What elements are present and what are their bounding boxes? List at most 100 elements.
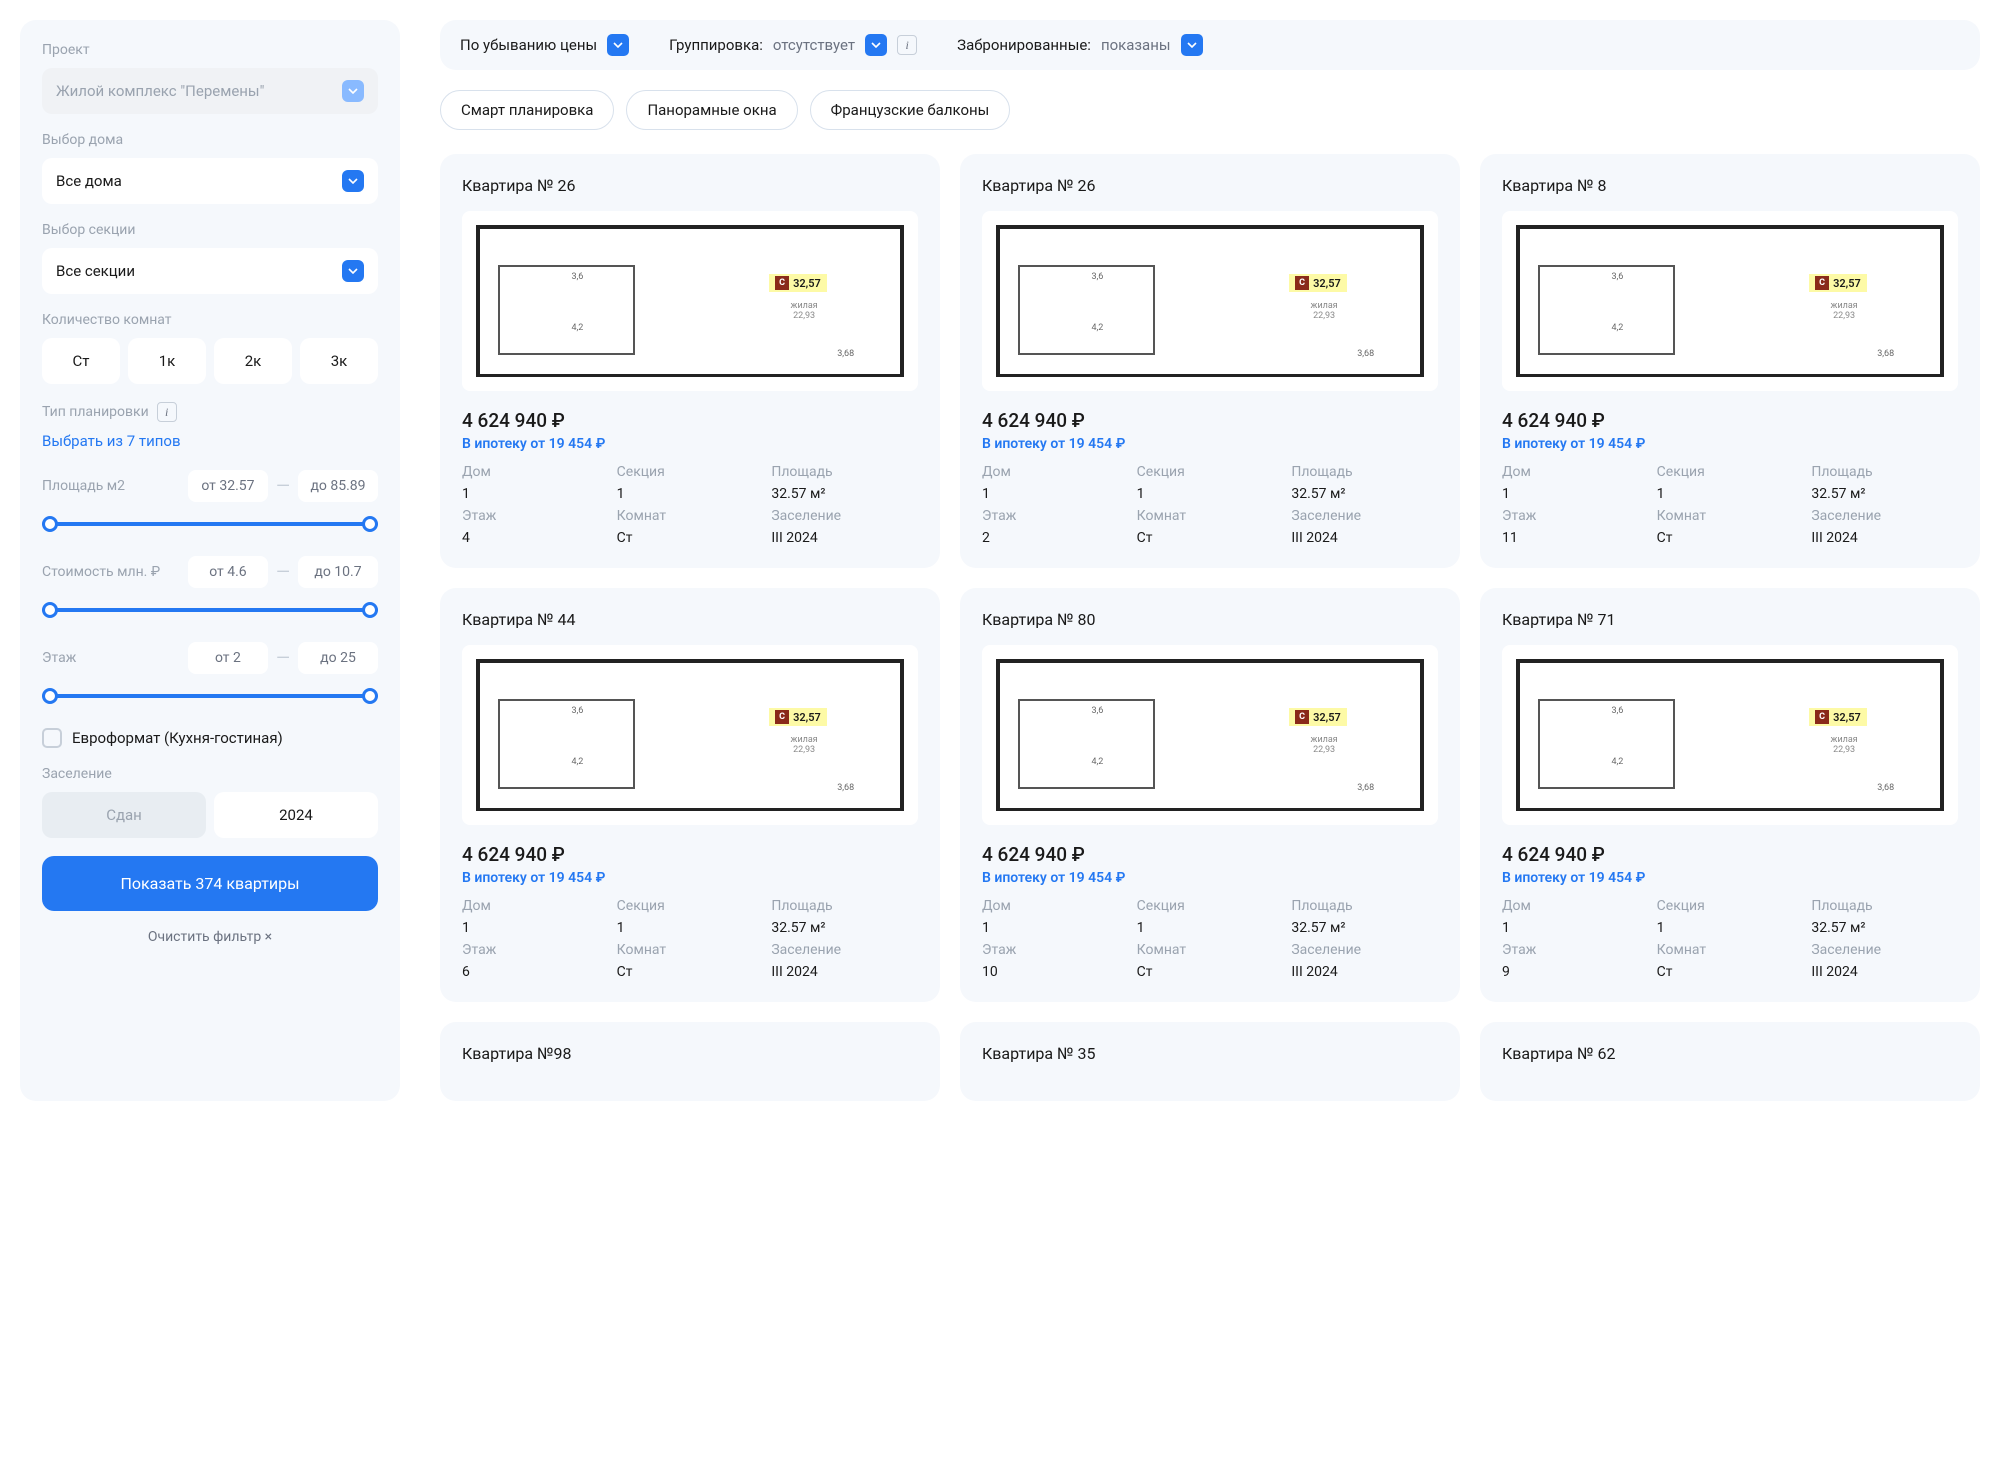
dash: — bbox=[276, 476, 290, 497]
apartment-card[interactable]: Квартира № 71 C32,57 жилая22,93 3,6 4,2 … bbox=[1480, 588, 1980, 1002]
floor-plan: C32,57 жилая22,93 3,6 4,2 3,68 bbox=[1502, 211, 1958, 391]
occupancy-2024[interactable]: 2024 bbox=[214, 792, 378, 838]
apartment-title: Квартира № 26 bbox=[462, 176, 918, 195]
chip-french-balcony[interactable]: Французские балконы bbox=[810, 90, 1011, 130]
apartment-card[interactable]: Квартира № 26 C32,57 жилая22,93 3,6 4,2 … bbox=[960, 154, 1460, 568]
euro-label: Евроформат (Кухня-гостиная) bbox=[72, 729, 283, 747]
house-label: Выбор дома bbox=[42, 132, 378, 148]
sort-toolbar: По убыванию цены Группировка: отсутствуе… bbox=[440, 20, 1980, 70]
apartment-card[interactable]: Квартира №98 bbox=[440, 1022, 940, 1101]
chip-smart-layout[interactable]: Смарт планировка bbox=[440, 90, 614, 130]
mortgage-link[interactable]: В ипотеку от 19 454 ₽ bbox=[982, 870, 1438, 886]
chevron-down-icon bbox=[342, 170, 364, 192]
rooms-group: Ст 1к 2к 3к bbox=[42, 338, 378, 384]
chevron-down-icon bbox=[607, 34, 629, 56]
apartment-title: Квартира № 80 bbox=[982, 610, 1438, 629]
house-select[interactable]: Все дома bbox=[42, 158, 378, 204]
show-results-button[interactable]: Показать 374 квартиры bbox=[42, 856, 378, 911]
floor-plan: C32,57 жилая22,93 3,6 4,2 3,68 bbox=[462, 211, 918, 391]
apartment-title: Квартира № 71 bbox=[1502, 610, 1958, 629]
mortgage-link[interactable]: В ипотеку от 19 454 ₽ bbox=[1502, 436, 1958, 452]
mortgage-link[interactable]: В ипотеку от 19 454 ₽ bbox=[982, 436, 1438, 452]
apartment-title: Квартира № 62 bbox=[1502, 1044, 1958, 1063]
project-select[interactable]: Жилой комплекс "Перемены" bbox=[42, 68, 378, 114]
apartment-title: Квартира № 44 bbox=[462, 610, 918, 629]
chevron-down-icon bbox=[342, 260, 364, 282]
clear-filter-button[interactable]: Очистить фильтр × bbox=[42, 929, 378, 945]
booked-control[interactable]: Забронированные: показаны bbox=[957, 34, 1202, 56]
chevron-down-icon bbox=[865, 34, 887, 56]
chip-panoramic[interactable]: Панорамные окна bbox=[626, 90, 797, 130]
apartment-card[interactable]: Квартира № 8 C32,57 жилая22,93 3,6 4,2 3… bbox=[1480, 154, 1980, 568]
apartment-details: ДомСекцияПлощадь 1132.57 м² ЭтажКомнатЗа… bbox=[982, 898, 1438, 980]
apartments-grid: Квартира № 26 C32,57 жилая22,93 3,6 4,2 … bbox=[440, 154, 1980, 1101]
mortgage-link[interactable]: В ипотеку от 19 454 ₽ bbox=[1502, 870, 1958, 886]
filter-sidebar: Проект Жилой комплекс "Перемены" Выбор д… bbox=[20, 20, 400, 1101]
plan-type-label: Тип планировки bbox=[42, 404, 149, 420]
apartment-card[interactable]: Квартира № 80 C32,57 жилая22,93 3,6 4,2 … bbox=[960, 588, 1460, 1002]
project-value: Жилой комплекс "Перемены" bbox=[56, 82, 264, 100]
apartment-price: 4 624 940 ₽ bbox=[982, 409, 1438, 432]
price-from-input[interactable]: от 4.6 bbox=[188, 556, 268, 588]
floor-plan: C32,57 жилая22,93 3,6 4,2 3,68 bbox=[1502, 645, 1958, 825]
mortgage-link[interactable]: В ипотеку от 19 454 ₽ bbox=[462, 436, 918, 452]
main-content: По убыванию цены Группировка: отсутствуе… bbox=[440, 20, 1980, 1101]
apartment-price: 4 624 940 ₽ bbox=[462, 843, 918, 866]
floor-plan: C32,57 жилая22,93 3,6 4,2 3,68 bbox=[982, 211, 1438, 391]
room-option-studio[interactable]: Ст bbox=[42, 338, 120, 384]
apartment-title: Квартира № 26 bbox=[982, 176, 1438, 195]
price-slider[interactable] bbox=[42, 598, 378, 622]
apartment-details: ДомСекцияПлощадь 1132.57 м² ЭтажКомнатЗа… bbox=[1502, 898, 1958, 980]
occupancy-delivered[interactable]: Сдан bbox=[42, 792, 206, 838]
section-select[interactable]: Все секции bbox=[42, 248, 378, 294]
room-option-1k[interactable]: 1к bbox=[128, 338, 206, 384]
project-label: Проект bbox=[42, 42, 378, 58]
apartment-price: 4 624 940 ₽ bbox=[1502, 843, 1958, 866]
section-label: Выбор секции bbox=[42, 222, 378, 238]
apartment-details: ДомСекцияПлощадь 1132.57 м² ЭтажКомнатЗа… bbox=[1502, 464, 1958, 546]
sort-value: По убыванию цены bbox=[460, 36, 597, 54]
section-value: Все секции bbox=[56, 262, 135, 280]
apartment-details: ДомСекцияПлощадь 1132.57 м² ЭтажКомнатЗа… bbox=[462, 898, 918, 980]
dash: — bbox=[276, 562, 290, 583]
price-label: Стоимость млн. ₽ bbox=[42, 564, 160, 580]
room-option-3k[interactable]: 3к bbox=[300, 338, 378, 384]
apartment-details: ДомСекцияПлощадь 1132.57 м² ЭтажКомнатЗа… bbox=[982, 464, 1438, 546]
apartment-title: Квартира № 8 bbox=[1502, 176, 1958, 195]
apartment-price: 4 624 940 ₽ bbox=[462, 409, 918, 432]
rooms-label: Количество комнат bbox=[42, 312, 378, 328]
chevron-down-icon bbox=[342, 80, 364, 102]
apartment-details: ДомСекцияПлощадь 1132.57 м² ЭтажКомнатЗа… bbox=[462, 464, 918, 546]
floor-from-input[interactable]: от 2 bbox=[188, 642, 268, 674]
floor-slider[interactable] bbox=[42, 684, 378, 708]
apartment-card[interactable]: Квартира № 62 bbox=[1480, 1022, 1980, 1101]
area-slider[interactable] bbox=[42, 512, 378, 536]
price-to-input[interactable]: до 10.7 bbox=[298, 556, 378, 588]
apartment-price: 4 624 940 ₽ bbox=[1502, 409, 1958, 432]
euro-checkbox[interactable] bbox=[42, 728, 62, 748]
apartment-price: 4 624 940 ₽ bbox=[982, 843, 1438, 866]
apartment-card[interactable]: Квартира № 44 C32,57 жилая22,93 3,6 4,2 … bbox=[440, 588, 940, 1002]
floor-to-input[interactable]: до 25 bbox=[298, 642, 378, 674]
sort-control[interactable]: По убыванию цены bbox=[460, 34, 629, 56]
grouping-control[interactable]: Группировка: отсутствует i bbox=[669, 34, 917, 56]
apartment-card[interactable]: Квартира № 26 C32,57 жилая22,93 3,6 4,2 … bbox=[440, 154, 940, 568]
floor-plan: C32,57 жилая22,93 3,6 4,2 3,68 bbox=[462, 645, 918, 825]
apartment-title: Квартира № 35 bbox=[982, 1044, 1438, 1063]
house-value: Все дома bbox=[56, 172, 122, 190]
floor-label: Этаж bbox=[42, 650, 76, 666]
dash: — bbox=[276, 648, 290, 669]
occupancy-label: Заселение bbox=[42, 766, 378, 782]
info-icon[interactable]: i bbox=[897, 35, 917, 55]
room-option-2k[interactable]: 2к bbox=[214, 338, 292, 384]
mortgage-link[interactable]: В ипотеку от 19 454 ₽ bbox=[462, 870, 918, 886]
area-to-input[interactable]: до 85.89 bbox=[298, 470, 378, 502]
tag-chips: Смарт планировка Панорамные окна Француз… bbox=[440, 90, 1980, 130]
floor-plan: C32,57 жилая22,93 3,6 4,2 3,68 bbox=[982, 645, 1438, 825]
plan-type-link[interactable]: Выбрать из 7 типов bbox=[42, 432, 378, 450]
info-icon[interactable]: i bbox=[157, 402, 177, 422]
apartment-card[interactable]: Квартира № 35 bbox=[960, 1022, 1460, 1101]
area-from-input[interactable]: от 32.57 bbox=[188, 470, 268, 502]
apartment-title: Квартира №98 bbox=[462, 1044, 918, 1063]
chevron-down-icon bbox=[1181, 34, 1203, 56]
